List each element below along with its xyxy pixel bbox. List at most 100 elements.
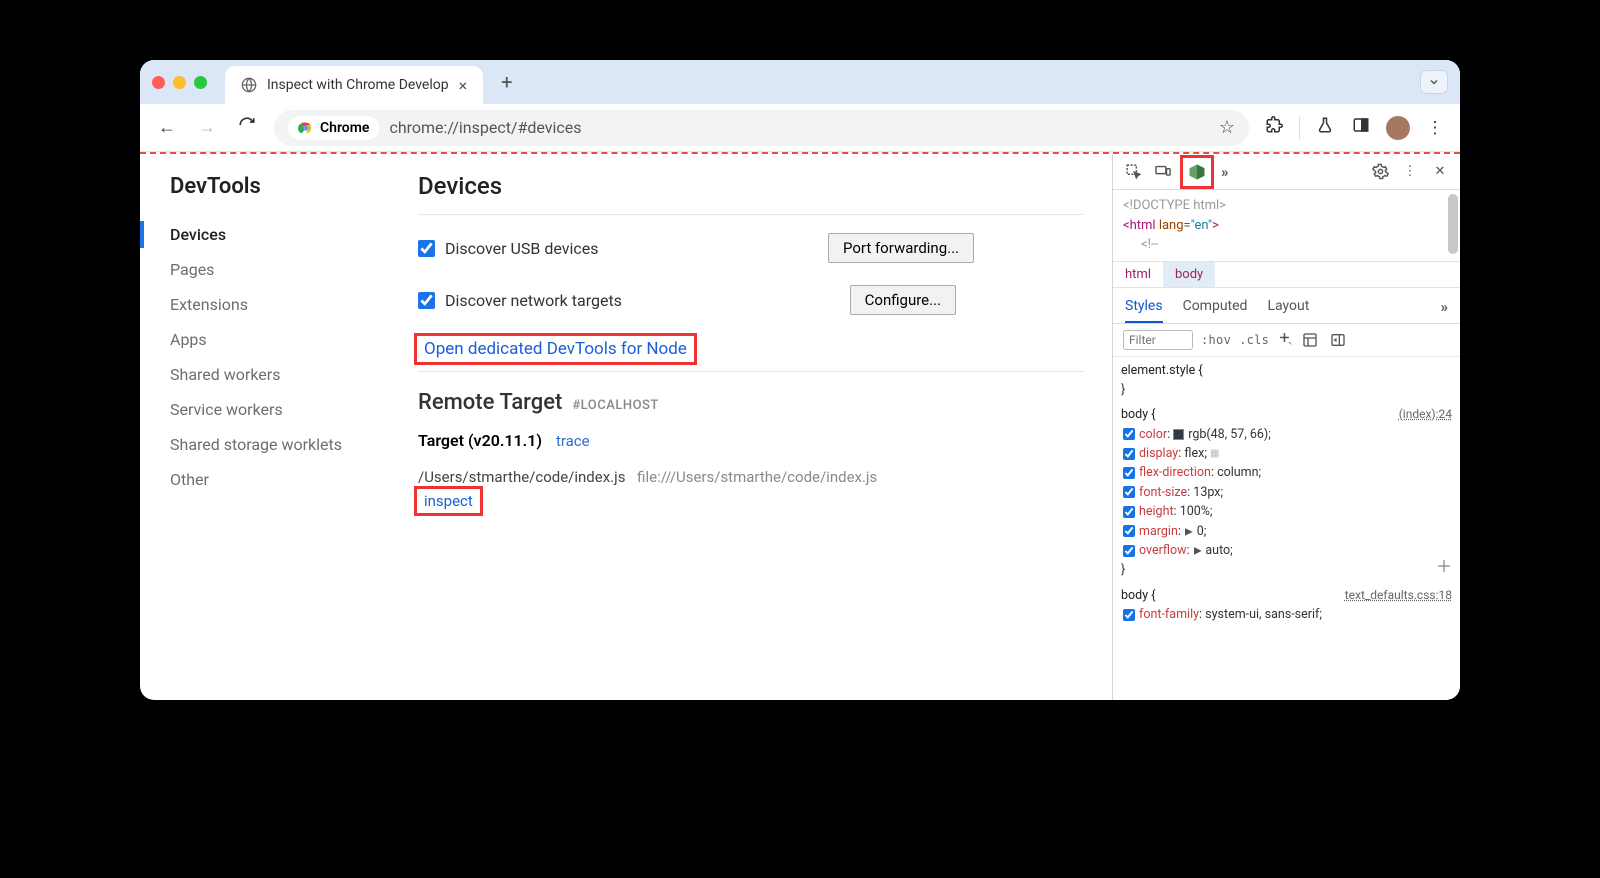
device-toolbar-icon[interactable] bbox=[1153, 162, 1173, 182]
sidebar-item-service-workers[interactable]: Service workers bbox=[170, 392, 390, 427]
breadcrumb-html[interactable]: html bbox=[1113, 262, 1163, 287]
styles-tabs: Styles Computed Layout » bbox=[1113, 288, 1460, 324]
bookmark-icon[interactable]: ☆ bbox=[1219, 117, 1235, 138]
sidebar-item-shared-storage-worklets[interactable]: Shared storage worklets bbox=[170, 427, 390, 462]
window-zoom-button[interactable] bbox=[194, 76, 207, 89]
inspect-main: Devices Discover USB devices Port forwar… bbox=[390, 154, 1112, 700]
style-declaration[interactable]: color: rgb(48, 57, 66); bbox=[1121, 425, 1452, 444]
side-panel-icon[interactable] bbox=[1350, 116, 1372, 139]
style-declaration[interactable]: font-family: system-ui, sans-serif; bbox=[1121, 605, 1452, 624]
page-heading: Devices bbox=[418, 172, 1084, 200]
discover-network-checkbox[interactable] bbox=[418, 292, 435, 309]
elements-code[interactable]: <!DOCTYPE html> <html lang="en"> <!-- bbox=[1113, 190, 1460, 261]
doctype-line: <!DOCTYPE html> bbox=[1123, 196, 1450, 216]
site-chip-label: Chrome bbox=[320, 120, 369, 136]
elements-scrollbar[interactable] bbox=[1448, 194, 1458, 254]
extensions-icon[interactable] bbox=[1263, 116, 1285, 139]
devtools-panel: » ⋮ ✕ <!DOCTYPE html> <html lang="en"> <… bbox=[1112, 154, 1460, 700]
profile-avatar[interactable] bbox=[1386, 116, 1410, 140]
style-declaration[interactable]: font-size: 13px; bbox=[1121, 483, 1452, 502]
sidebar-item-shared-workers[interactable]: Shared workers bbox=[170, 357, 390, 392]
target-version: Target (v20.11.1) bbox=[418, 431, 542, 450]
address-bar[interactable]: Chrome chrome://inspect/#devices ☆ bbox=[274, 110, 1249, 146]
target-file-url: file:///Users/stmarthe/code/index.js bbox=[637, 468, 877, 486]
browser-menu-icon[interactable]: ⋮ bbox=[1424, 118, 1446, 138]
style-prop-toggle[interactable] bbox=[1123, 506, 1135, 518]
sidebar-item-devices[interactable]: Devices bbox=[170, 217, 390, 252]
breadcrumb: html body bbox=[1113, 261, 1460, 288]
port-forwarding-button[interactable]: Port forwarding... bbox=[828, 233, 974, 263]
element-style-selector: element.style { bbox=[1121, 363, 1203, 378]
discover-network-row: Discover network targets Configure... bbox=[418, 285, 1084, 315]
url-text: chrome://inspect/#devices bbox=[389, 118, 1208, 137]
open-node-devtools-link[interactable]: Open dedicated DevTools for Node bbox=[418, 337, 693, 361]
body-rule: (index):24 body { color: rgb(48, 57, 66)… bbox=[1121, 405, 1452, 579]
style-declaration[interactable]: display: flex;▦ bbox=[1121, 444, 1452, 463]
rule-source-2[interactable]: text_defaults.css:18 bbox=[1345, 586, 1452, 605]
forward-button[interactable]: → bbox=[194, 117, 220, 138]
remote-target-label: Remote Target bbox=[418, 390, 562, 415]
breadcrumb-body[interactable]: body bbox=[1163, 262, 1215, 287]
sidebar-item-other[interactable]: Other bbox=[170, 462, 390, 497]
computed-styles-icon[interactable] bbox=[1300, 330, 1320, 350]
new-tab-button[interactable]: + bbox=[501, 70, 512, 94]
reload-button[interactable] bbox=[234, 116, 260, 139]
style-declaration[interactable]: height: 100%; bbox=[1121, 502, 1452, 521]
style-declaration[interactable]: overflow: ▶ auto; bbox=[1121, 541, 1452, 560]
devtools-close-icon[interactable]: ✕ bbox=[1430, 162, 1450, 182]
tab-styles[interactable]: Styles bbox=[1125, 294, 1163, 323]
target-row: Target (v20.11.1) trace bbox=[418, 431, 1084, 450]
target-path: /Users/stmarthe/code/index.js bbox=[418, 468, 625, 486]
tabs-overflow-icon[interactable]: » bbox=[1441, 294, 1449, 323]
tab-close-button[interactable]: × bbox=[457, 76, 470, 95]
add-property-icon[interactable]: ＋ bbox=[1436, 555, 1452, 580]
sidebar-item-pages[interactable]: Pages bbox=[170, 252, 390, 287]
window-minimize-button[interactable] bbox=[173, 76, 186, 89]
inspect-link[interactable]: inspect bbox=[418, 490, 479, 512]
globe-icon bbox=[239, 75, 259, 95]
discover-usb-checkbox[interactable] bbox=[418, 240, 435, 257]
configure-button[interactable]: Configure... bbox=[850, 285, 956, 315]
cls-toggle[interactable]: .cls bbox=[1239, 333, 1269, 347]
comment-line: <!-- bbox=[1123, 235, 1450, 255]
styles-pane[interactable]: element.style { } (index):24 body { colo… bbox=[1113, 357, 1460, 701]
toggle-sidebar-icon[interactable] bbox=[1328, 330, 1348, 350]
new-style-rule-icon[interactable] bbox=[1277, 330, 1292, 349]
divider bbox=[418, 214, 1084, 215]
style-prop-toggle[interactable] bbox=[1123, 448, 1135, 460]
hov-toggle[interactable]: :hov bbox=[1201, 333, 1231, 347]
labs-icon[interactable] bbox=[1314, 116, 1336, 139]
style-prop-toggle[interactable] bbox=[1123, 467, 1135, 479]
toolbar-separator bbox=[1299, 117, 1300, 139]
window-dropdown-button[interactable] bbox=[1420, 70, 1448, 94]
style-prop-toggle[interactable] bbox=[1123, 545, 1135, 557]
style-declaration[interactable]: margin: ▶ 0; bbox=[1121, 522, 1452, 541]
node-devtools-icon[interactable] bbox=[1183, 158, 1211, 186]
style-prop-toggle[interactable] bbox=[1123, 486, 1135, 498]
inspect-element-icon[interactable] bbox=[1123, 162, 1143, 182]
styles-filter-row: :hov .cls bbox=[1113, 324, 1460, 357]
window-close-button[interactable] bbox=[152, 76, 165, 89]
browser-tab[interactable]: Inspect with Chrome Develop × bbox=[225, 66, 483, 104]
window-controls bbox=[152, 76, 207, 89]
style-prop-toggle[interactable] bbox=[1123, 525, 1135, 537]
sidebar-item-apps[interactable]: Apps bbox=[170, 322, 390, 357]
panel-overflow-icon[interactable]: » bbox=[1221, 163, 1229, 181]
titlebar: Inspect with Chrome Develop × + bbox=[140, 60, 1460, 104]
sidebar-title: DevTools bbox=[170, 174, 390, 199]
style-declaration[interactable]: flex-direction: column; bbox=[1121, 463, 1452, 482]
tab-computed[interactable]: Computed bbox=[1183, 294, 1248, 323]
target-path-row: /Users/stmarthe/code/index.js file:///Us… bbox=[418, 468, 1084, 512]
trace-link[interactable]: trace bbox=[556, 432, 590, 450]
site-chip[interactable]: Chrome bbox=[288, 116, 379, 140]
settings-gear-icon[interactable] bbox=[1370, 162, 1390, 182]
devtools-menu-icon[interactable]: ⋮ bbox=[1400, 162, 1420, 182]
style-prop-toggle[interactable] bbox=[1123, 428, 1135, 440]
rule-source[interactable]: (index):24 bbox=[1399, 405, 1452, 424]
back-button[interactable]: ← bbox=[154, 117, 180, 138]
styles-filter-input[interactable] bbox=[1123, 330, 1193, 350]
style-prop-toggle[interactable] bbox=[1123, 609, 1135, 621]
divider bbox=[418, 371, 1084, 372]
sidebar-item-extensions[interactable]: Extensions bbox=[170, 287, 390, 322]
tab-layout[interactable]: Layout bbox=[1267, 294, 1309, 323]
